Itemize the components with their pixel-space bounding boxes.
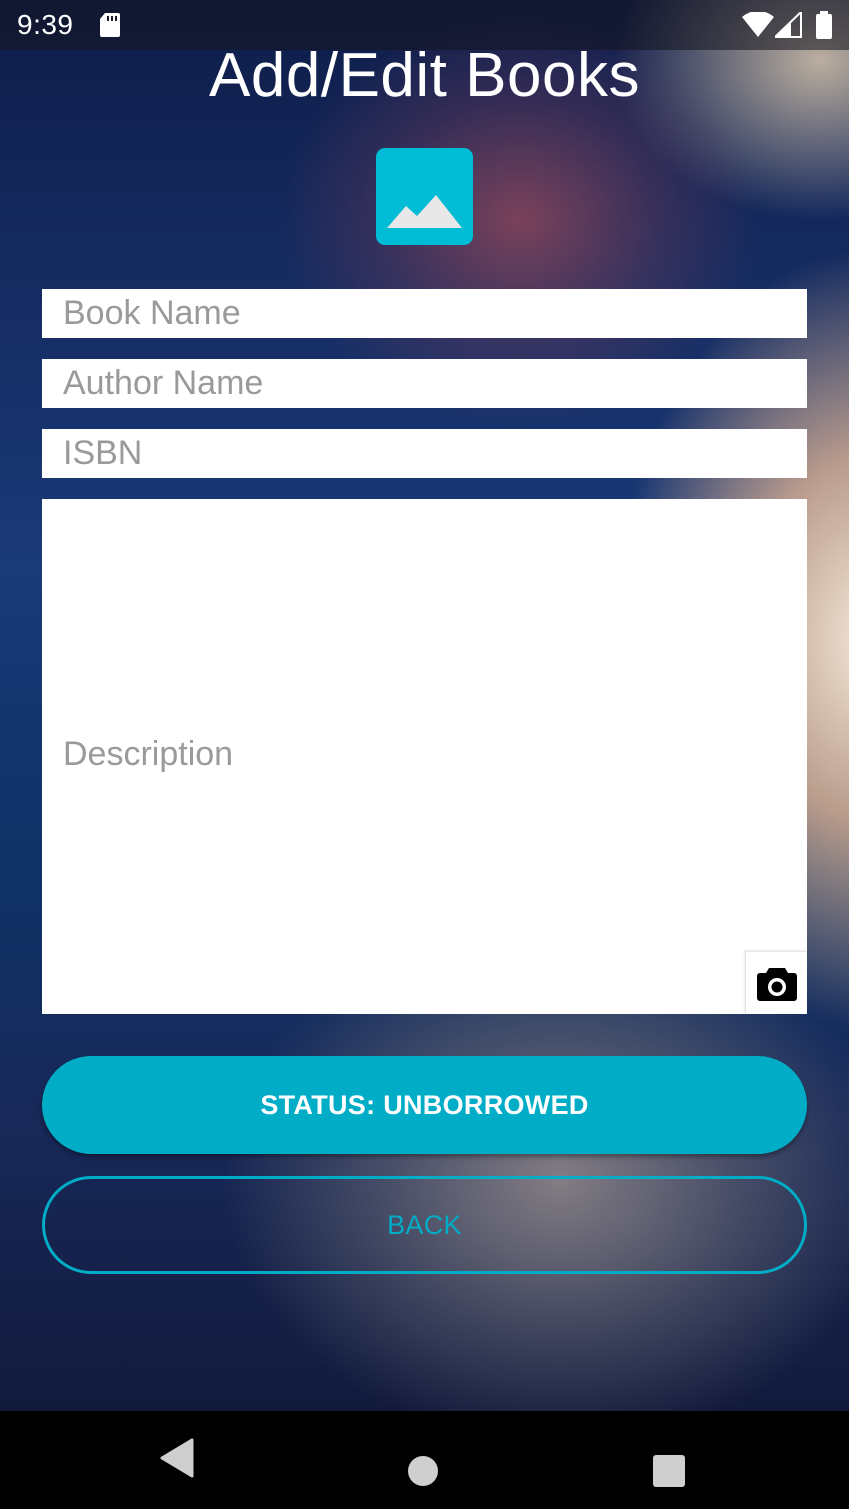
isbn-input[interactable]	[42, 429, 807, 478]
book-name-input[interactable]	[42, 289, 807, 338]
image-icon	[387, 195, 462, 228]
back-triangle-icon[interactable]	[160, 1438, 194, 1483]
app-screen: 9:39 Add/Edit Books Book Name Author Nam…	[0, 0, 849, 1509]
camera-icon	[757, 968, 797, 1001]
page-title: Add/Edit Books	[209, 41, 640, 110]
status-toggle-button[interactable]: STATUS: UNBORROWED	[42, 1056, 807, 1154]
camera-button[interactable]	[745, 951, 807, 1014]
sd-card-icon	[98, 12, 122, 43]
navigation-bar	[0, 1411, 849, 1509]
author-name-input[interactable]	[42, 359, 807, 408]
wifi-icon	[742, 10, 774, 43]
description-container	[42, 499, 807, 1014]
back-button[interactable]: BACK	[42, 1176, 807, 1274]
home-circle-icon[interactable]	[407, 1455, 439, 1492]
signal-icon	[772, 9, 803, 43]
status-time: 9:39	[17, 9, 74, 40]
description-input[interactable]	[42, 499, 807, 1014]
image-picker-button[interactable]	[376, 148, 473, 245]
recents-square-icon[interactable]	[653, 1455, 685, 1492]
